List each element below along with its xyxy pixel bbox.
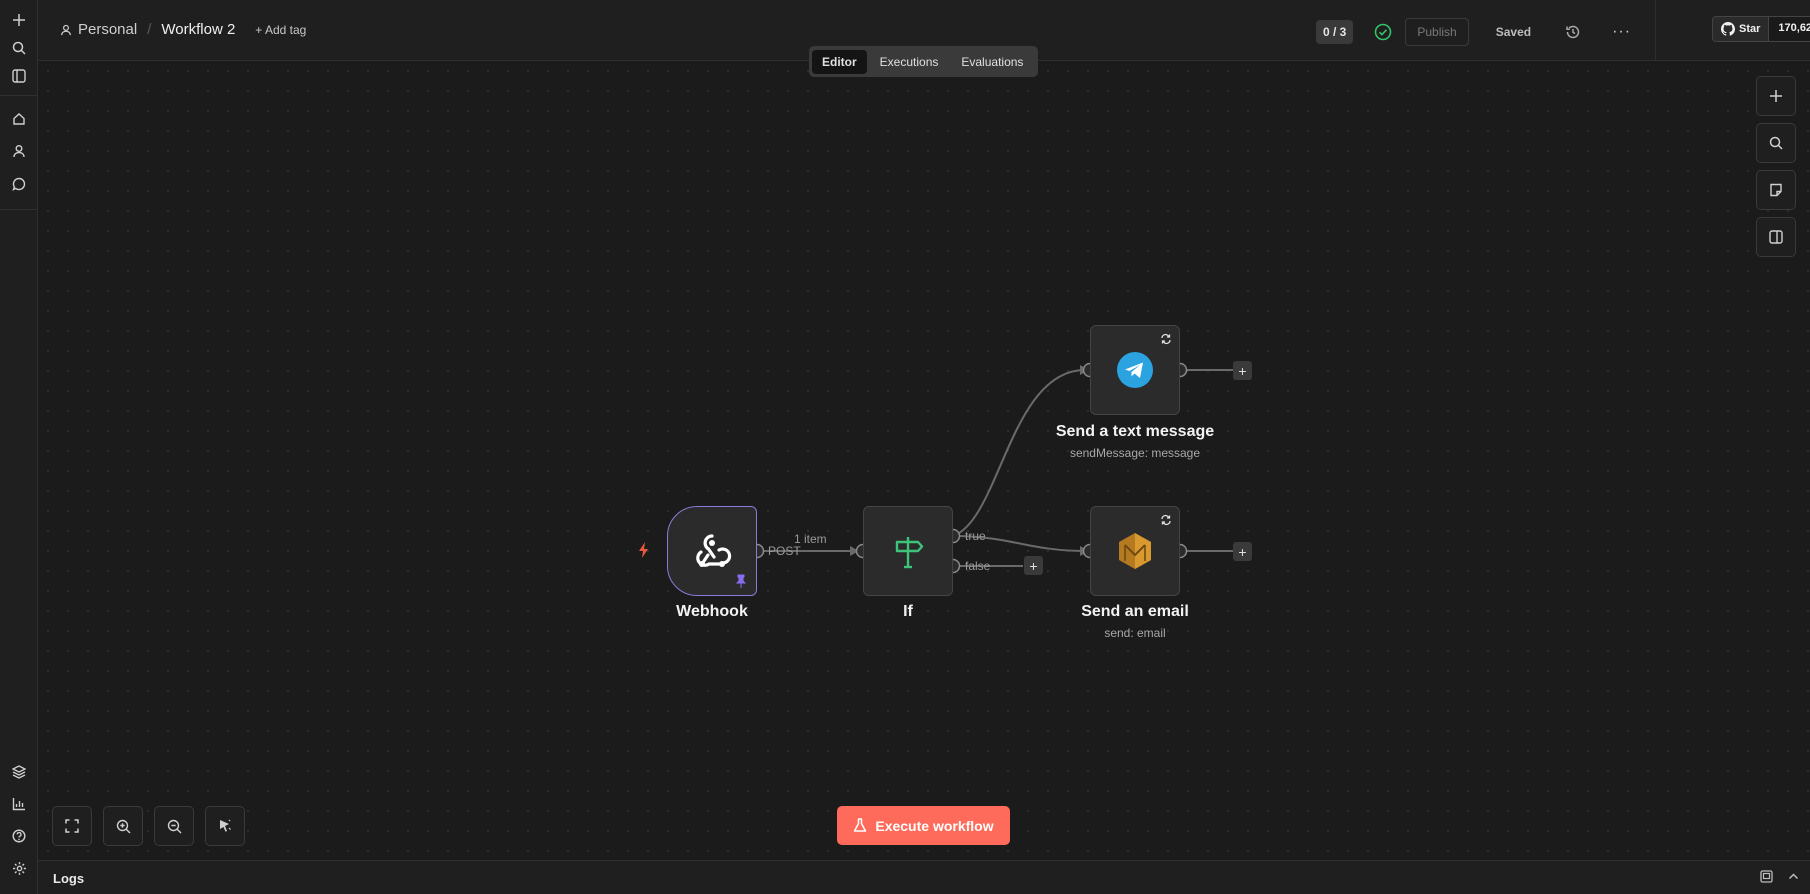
github-star-count: 170,623 [1769, 17, 1810, 41]
tidy-up-button[interactable] [205, 806, 245, 846]
add-node-false-button[interactable]: + [1024, 556, 1043, 575]
node-send-text-message[interactable] [1090, 325, 1180, 415]
logs-title: Logs [53, 871, 85, 886]
plus-icon[interactable] [7, 8, 31, 32]
zoom-out-button[interactable] [154, 806, 194, 846]
fit-view-icon [65, 819, 79, 833]
header-actions: 0 / 3 Publish Saved ··· [1316, 18, 1631, 46]
add-sticky-note-button[interactable] [1756, 170, 1796, 210]
evaluation-counter-badge[interactable]: 0 / 3 [1316, 20, 1354, 44]
tab-editor[interactable]: Editor [812, 49, 867, 74]
trigger-bolt-icon [639, 542, 648, 558]
signpost-icon [895, 537, 924, 569]
toggle-panel-button[interactable] [1756, 217, 1796, 257]
history-icon[interactable] [1564, 23, 1582, 41]
if-false-label: false [965, 559, 991, 573]
node-send-text-message-subtitle: sendMessage: message [1069, 446, 1201, 460]
retry-icon [1161, 514, 1171, 526]
webhook-output-label: POST [768, 544, 801, 558]
logs-panel[interactable]: Logs [38, 860, 1810, 894]
project-link[interactable]: Personal [60, 21, 137, 38]
user-icon [61, 24, 71, 35]
add-node-after-email-button[interactable]: + [1233, 542, 1252, 561]
view-tabs: Editor Executions Evaluations [809, 46, 1038, 77]
panel-icon [1769, 230, 1783, 244]
github-star-label: Star [1739, 23, 1761, 35]
zoom-in-button[interactable] [103, 806, 143, 846]
search-icon [1769, 136, 1783, 150]
github-icon [1721, 22, 1735, 36]
node-send-email-title: Send an email [1081, 603, 1189, 620]
node-webhook[interactable] [667, 506, 757, 596]
project-name: Personal [78, 21, 138, 38]
node-if[interactable] [863, 506, 953, 596]
zoom-in-icon [116, 819, 130, 833]
check-circle-icon [1375, 23, 1392, 41]
app: Personal / Workflow 2 + Add tag 0 / 3 Pu… [0, 0, 1810, 894]
publish-button[interactable]: Publish [1405, 18, 1469, 46]
breadcrumb: Personal / Workflow 2 + Add tag [60, 21, 306, 38]
node-send-text-message-title: Send a text message [1055, 423, 1215, 440]
chevron-up-icon[interactable] [1787, 870, 1800, 883]
search-icon[interactable] [7, 36, 31, 60]
user-icon[interactable] [7, 139, 31, 163]
aws-ses-icon [1119, 533, 1151, 569]
edge-items-label: 1 item [794, 532, 827, 546]
execute-workflow-label: Execute workflow [875, 817, 994, 834]
help-icon[interactable] [7, 824, 31, 848]
templates-icon[interactable] [7, 760, 31, 784]
flask-icon [854, 818, 867, 832]
pop-out-icon[interactable] [1760, 870, 1773, 883]
add-node-after-telegram-button[interactable]: + [1233, 361, 1252, 380]
github-star-button[interactable]: Star 170,623 [1712, 16, 1810, 42]
breadcrumb-separator: / [147, 21, 152, 38]
github-star[interactable]: Star [1713, 17, 1770, 41]
chat-icon[interactable] [7, 172, 31, 196]
left-rail [0, 0, 38, 894]
add-node-button[interactable] [1756, 76, 1796, 116]
panel-icon[interactable] [7, 64, 31, 88]
workflow-name[interactable]: Workflow 2 [161, 21, 235, 38]
webhook-icon [696, 534, 732, 567]
node-if-title: If [903, 603, 913, 620]
pin-icon [735, 574, 747, 588]
settings-icon[interactable] [7, 856, 31, 880]
insights-icon[interactable] [7, 792, 31, 816]
node-webhook-title: Webhook [676, 603, 748, 620]
workflow-canvas[interactable] [38, 61, 1810, 860]
search-nodes-button[interactable] [1756, 123, 1796, 163]
tab-executions[interactable]: Executions [870, 50, 949, 74]
zoom-out-icon [167, 819, 181, 833]
home-icon[interactable] [7, 107, 31, 131]
telegram-icon [1117, 352, 1153, 388]
sticky-note-icon [1770, 183, 1782, 197]
retry-icon [1161, 333, 1171, 345]
fit-view-button[interactable] [52, 806, 92, 846]
tab-evaluations[interactable]: Evaluations [951, 50, 1033, 74]
more-options-button[interactable]: ··· [1612, 23, 1631, 41]
plus-icon [1770, 90, 1782, 102]
execute-workflow-button[interactable]: Execute workflow [837, 806, 1010, 845]
if-true-label: true [965, 529, 986, 543]
node-send-email-subtitle: send: email [1104, 626, 1166, 640]
saved-status: Saved [1495, 25, 1532, 39]
add-tag-button[interactable]: + Add tag [255, 23, 306, 37]
tidy-up-icon [220, 819, 231, 832]
node-send-email[interactable] [1090, 506, 1180, 596]
